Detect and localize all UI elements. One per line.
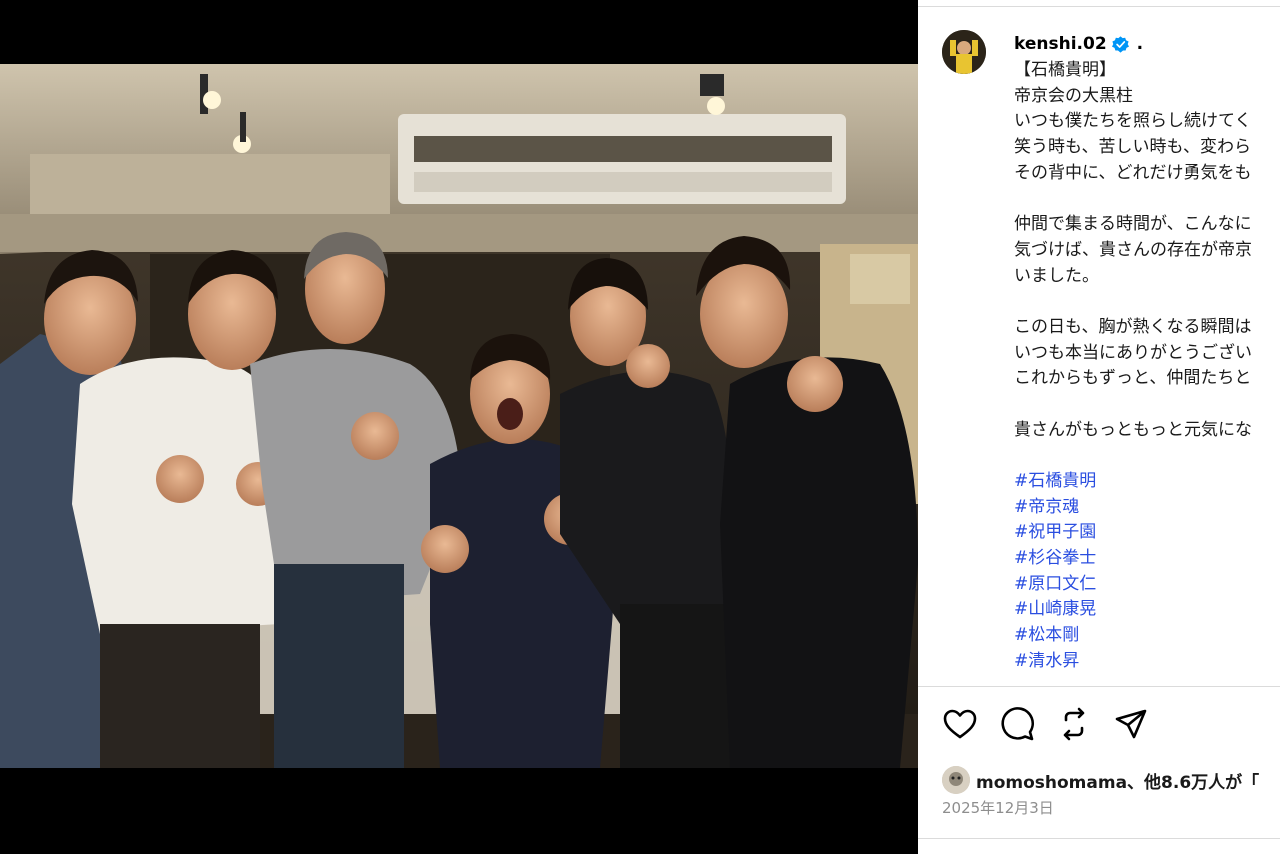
user-avatar[interactable] bbox=[942, 30, 986, 74]
post-side-panel: kenshi.02 . 【石橋貴明】 帝京会の大黒柱 いつも僕たちを照らし続けて… bbox=[918, 0, 1280, 854]
caption-area: kenshi.02 . 【石橋貴明】 帝京会の大黒柱 いつも僕たちを照らし続けて… bbox=[1014, 30, 1280, 686]
likes-text[interactable]: momoshomama、他8.6万人が「 bbox=[976, 768, 1259, 793]
caption-line: 【石橋貴明】 bbox=[1014, 60, 1116, 80]
liker-avatar[interactable] bbox=[942, 766, 970, 794]
hashtag-link[interactable]: #松本剛 bbox=[1014, 623, 1280, 649]
caption-line: いつも僕たちを照らし続けてく bbox=[1014, 111, 1252, 132]
caption-gap bbox=[1014, 186, 1280, 212]
likes-row[interactable]: momoshomama、他8.6万人が「 bbox=[942, 766, 1259, 794]
caption-line: これからもずっと、仲間たちと bbox=[1014, 368, 1252, 389]
caption-gap bbox=[1014, 289, 1280, 315]
comment-icon[interactable] bbox=[999, 706, 1035, 742]
actions-divider bbox=[918, 686, 1280, 687]
header-separator: . bbox=[1136, 34, 1144, 54]
send-icon[interactable] bbox=[1113, 706, 1149, 742]
caption-line: その背中に、どれだけ勇気をも bbox=[1014, 162, 1252, 183]
caption-line: この日も、胸が熱くなる瞬間は bbox=[1014, 316, 1252, 337]
hashtag-link[interactable]: #山崎康晃 bbox=[1014, 597, 1280, 623]
post-date[interactable]: 2025年12月3日 bbox=[942, 797, 1054, 818]
caption-line: いました。 bbox=[1014, 265, 1099, 286]
heart-icon[interactable] bbox=[942, 706, 978, 742]
liker-avatar-image bbox=[942, 766, 970, 794]
hashtag-link[interactable]: #石橋貴明 bbox=[1014, 469, 1280, 495]
caption-line: 気づけば、貴さんの存在が帝京 bbox=[1014, 239, 1252, 260]
username-link[interactable]: kenshi.02 bbox=[1014, 34, 1107, 54]
caption-gap bbox=[1014, 443, 1280, 469]
caption-text: 【石橋貴明】 帝京会の大黒柱 いつも僕たちを照らし続けてく 笑う時も、苦しい時も… bbox=[1014, 58, 1280, 469]
avatar-image bbox=[942, 30, 986, 74]
group-photo-image bbox=[0, 64, 918, 768]
repost-icon[interactable] bbox=[1056, 706, 1092, 742]
hashtag-link[interactable]: #原口文仁 bbox=[1014, 572, 1280, 598]
hashtag-link[interactable]: #杉谷拳士 bbox=[1014, 546, 1280, 572]
hashtag-list: #石橋貴明 #帝京魂 #祝甲子園 #杉谷拳士 #原口文仁 #山崎康晃 #松本剛 … bbox=[1014, 469, 1280, 675]
caption-fade bbox=[1014, 670, 1280, 686]
panel-bottom-divider bbox=[918, 838, 1280, 839]
caption-line: 帝京会の大黒柱 bbox=[1014, 85, 1133, 106]
caption-line: 貴さんがもっともっと元気にな bbox=[1014, 419, 1252, 440]
panel-top-divider bbox=[918, 6, 1280, 7]
post-photo[interactable] bbox=[0, 64, 918, 768]
caption-line: 笑う時も、苦しい時も、変わら bbox=[1014, 137, 1251, 158]
post-media[interactable] bbox=[0, 0, 918, 854]
caption-header: kenshi.02 . bbox=[1014, 30, 1280, 58]
caption-line: 仲間で集まる時間が、こんなに bbox=[1014, 214, 1252, 235]
verified-badge-icon bbox=[1111, 35, 1129, 53]
caption-line: いつも本当にありがとうござい bbox=[1014, 342, 1252, 363]
action-bar bbox=[942, 706, 1170, 742]
hashtag-link[interactable]: #帝京魂 bbox=[1014, 495, 1280, 521]
hashtag-link[interactable]: #祝甲子園 bbox=[1014, 520, 1280, 546]
caption-gap bbox=[1014, 392, 1280, 418]
